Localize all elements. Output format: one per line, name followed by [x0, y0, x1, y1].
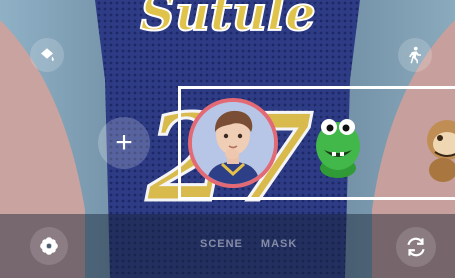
filter-button[interactable]: [30, 227, 68, 265]
body-pose-button[interactable]: [398, 38, 432, 72]
selected-my-emoji-avatar[interactable]: [188, 98, 278, 188]
mode-tabs: SCENE MASK: [200, 238, 297, 250]
switch-camera-icon: [407, 237, 425, 257]
jersey-letters: Sutule: [140, 0, 315, 42]
paint-bucket-icon: [41, 48, 54, 61]
tab-mask[interactable]: MASK: [261, 238, 297, 250]
body-pose-icon: [409, 46, 421, 64]
add-emoji-button[interactable]: +: [98, 117, 150, 169]
dino-emoji-sticker[interactable]: [312, 108, 364, 180]
flower-icon: [40, 237, 58, 255]
switch-camera-button[interactable]: [396, 227, 436, 267]
tab-scene[interactable]: SCENE: [200, 238, 243, 250]
beautify-button[interactable]: [30, 38, 64, 72]
sloth-emoji-sticker[interactable]: [425, 112, 455, 182]
plus-icon: +: [115, 126, 133, 159]
avatar-boy-icon: [192, 102, 274, 184]
